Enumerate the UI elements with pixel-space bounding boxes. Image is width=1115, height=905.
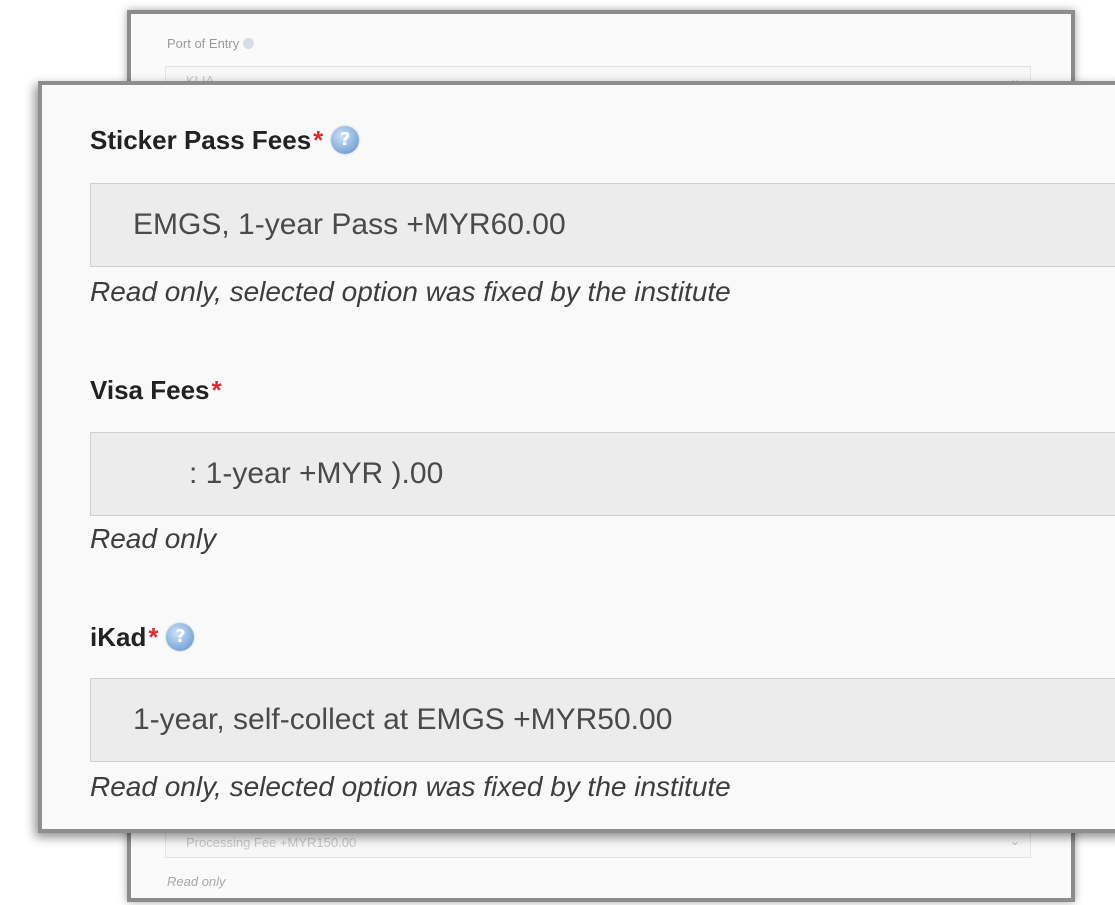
port-of-entry-label: Port of Entry bbox=[167, 36, 255, 51]
sticker-pass-fees-select[interactable]: EMGS, 1-year Pass +MYR60.00 bbox=[90, 183, 1115, 267]
visa-fees-value: : 1-year +MYR ).00 bbox=[189, 457, 444, 490]
help-question-icon[interactable] bbox=[331, 126, 360, 154]
required-marker: * bbox=[211, 375, 222, 405]
help-icon[interactable] bbox=[243, 38, 255, 49]
visa-fees-note: Read only bbox=[90, 523, 217, 554]
sticker-pass-fees-label: Sticker Pass Fees* bbox=[90, 125, 360, 156]
required-marker: * bbox=[313, 125, 324, 155]
visa-fees-select[interactable]: : 1-year +MYR ).00 bbox=[90, 432, 1115, 516]
sticker-pass-fees-value: EMGS, 1-year Pass +MYR60.00 bbox=[133, 208, 566, 241]
ikad-value: 1-year, self-collect at EMGS +MYR50.00 bbox=[133, 703, 673, 736]
sticker-pass-fees-note: Read only, selected option was fixed by … bbox=[90, 276, 731, 307]
ikad-label: iKad* bbox=[90, 622, 195, 653]
visa-fees-label: Visa Fees* bbox=[90, 375, 222, 405]
processing-fee-note: Read only bbox=[167, 874, 226, 889]
chevron-down-icon: ⌄ bbox=[1009, 834, 1020, 848]
required-marker: * bbox=[148, 622, 159, 652]
help-question-icon[interactable] bbox=[166, 623, 195, 651]
ikad-select[interactable]: 1-year, self-collect at EMGS +MYR50.00 bbox=[90, 678, 1115, 762]
zoomed-fees-panel: Sticker Pass Fees* EMGS, 1-year Pass +MY… bbox=[38, 81, 1115, 833]
ikad-note: Read only, selected option was fixed by … bbox=[90, 771, 731, 802]
